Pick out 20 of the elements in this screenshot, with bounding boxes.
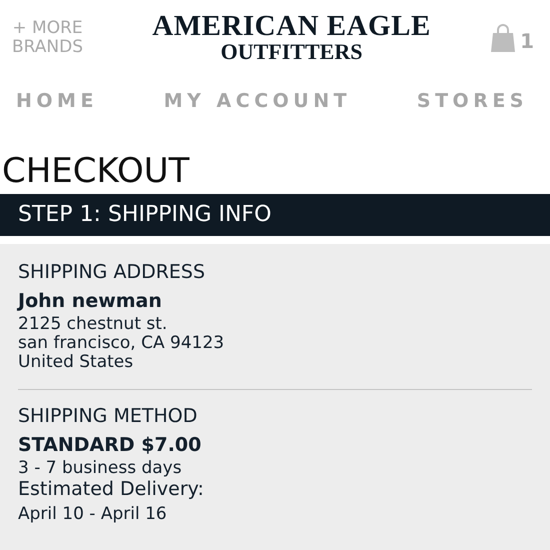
section-heading: SHIPPING METHOD [18, 404, 198, 428]
delivery-label: Estimated Delivery: [18, 478, 205, 500]
delivery-dates: April 10 - April 16 [18, 503, 168, 526]
more-brands-link[interactable]: + MORE BRANDS [12, 19, 84, 57]
detail-line: 2125 chestnut st. [18, 315, 168, 334]
page-title: CHECKOUT [2, 152, 190, 190]
detail-line: United States [18, 353, 134, 372]
detail-line: san francisco, CA 94123 [18, 334, 226, 353]
nav-link[interactable]: HOME [16, 90, 98, 112]
shopping-bag-icon[interactable] [490, 24, 516, 52]
nav-link[interactable]: STORES [416, 90, 528, 112]
logo-title: AMERICAN EAGLE [152, 12, 431, 40]
step-bar: STEP 1: SHIPPING INFO [0, 194, 550, 236]
section-heading: SHIPPING ADDRESS [18, 260, 206, 284]
cart-count: 1 [520, 30, 534, 52]
nav-link[interactable]: MY ACCOUNT [164, 90, 352, 112]
logo-subtitle: OUTFITTERS [220, 40, 362, 64]
section-primary-text: John newman [18, 289, 163, 313]
section-primary-text: STANDARD $7.00 [18, 433, 202, 457]
detail-line: 3 - 7 business days [18, 459, 183, 478]
